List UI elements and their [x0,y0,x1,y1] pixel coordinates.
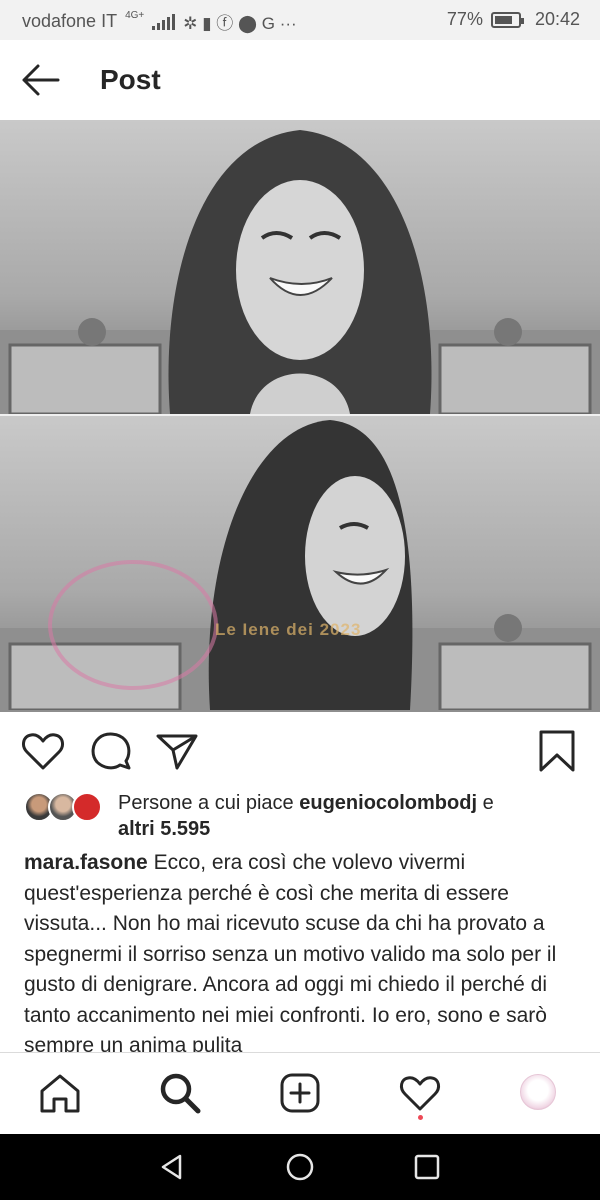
liker-username[interactable]: eugeniocolombodj [299,792,477,814]
activity-heart-icon[interactable] [398,1071,442,1115]
likes-row[interactable]: Persone a cui piace eugeniocolombodj e a… [0,788,600,844]
post-image[interactable]: Le Iene dei 2023 [0,120,600,712]
likes-prefix: Persone a cui piace [118,792,294,814]
clock: 20:42 [534,9,580,29]
notification-icons: ✲ ▮ ⓕ ⬤ G ··· [183,14,297,33]
profile-avatar[interactable] [520,1074,556,1110]
status-bar: vodafone IT 4G+ ✲ ▮ ⓕ ⬤ G ··· 77% 20:42 [0,0,600,40]
caption-text: Ecco, era così che volevo vivermi quest'… [24,851,557,1052]
likes-joiner: e [482,792,494,814]
post-caption: mara.fasone Ecco, era così che volevo vi… [24,848,584,1052]
network-type: 4G+ [125,10,145,21]
photo-panel-top [0,120,600,414]
home-circle-icon[interactable] [285,1152,315,1182]
system-navigation [0,1134,600,1200]
watermark-logo [48,560,218,690]
comment-icon[interactable] [88,728,134,774]
bottom-navigation [0,1052,600,1134]
new-post-icon[interactable] [278,1071,322,1115]
battery-icon [490,11,524,28]
page-title: Post [100,64,161,95]
battery-percent: 77% [446,9,483,29]
back-triangle-icon[interactable] [157,1152,187,1182]
signal-icon [152,13,176,30]
paper-plane-icon[interactable] [154,728,200,774]
recents-square-icon[interactable] [412,1152,442,1182]
heart-icon[interactable] [20,728,66,774]
post-header: Post [0,40,600,120]
home-icon[interactable] [38,1071,82,1115]
likes-text: Persone a cui piace eugeniocolombodj e a… [118,790,578,842]
likes-count[interactable]: altri 5.595 [118,818,210,840]
avatar [72,792,102,822]
post-actions [0,712,600,788]
liker-avatars [24,792,104,822]
search-icon[interactable] [158,1071,202,1115]
watermark-text: Le Iene dei 2023 [215,620,362,639]
caption-username[interactable]: mara.fasone [24,851,148,874]
carrier-label: vodafone IT [22,11,118,31]
notification-dot [418,1115,423,1120]
bookmark-icon[interactable] [534,728,580,774]
back-arrow-icon[interactable] [18,60,62,100]
